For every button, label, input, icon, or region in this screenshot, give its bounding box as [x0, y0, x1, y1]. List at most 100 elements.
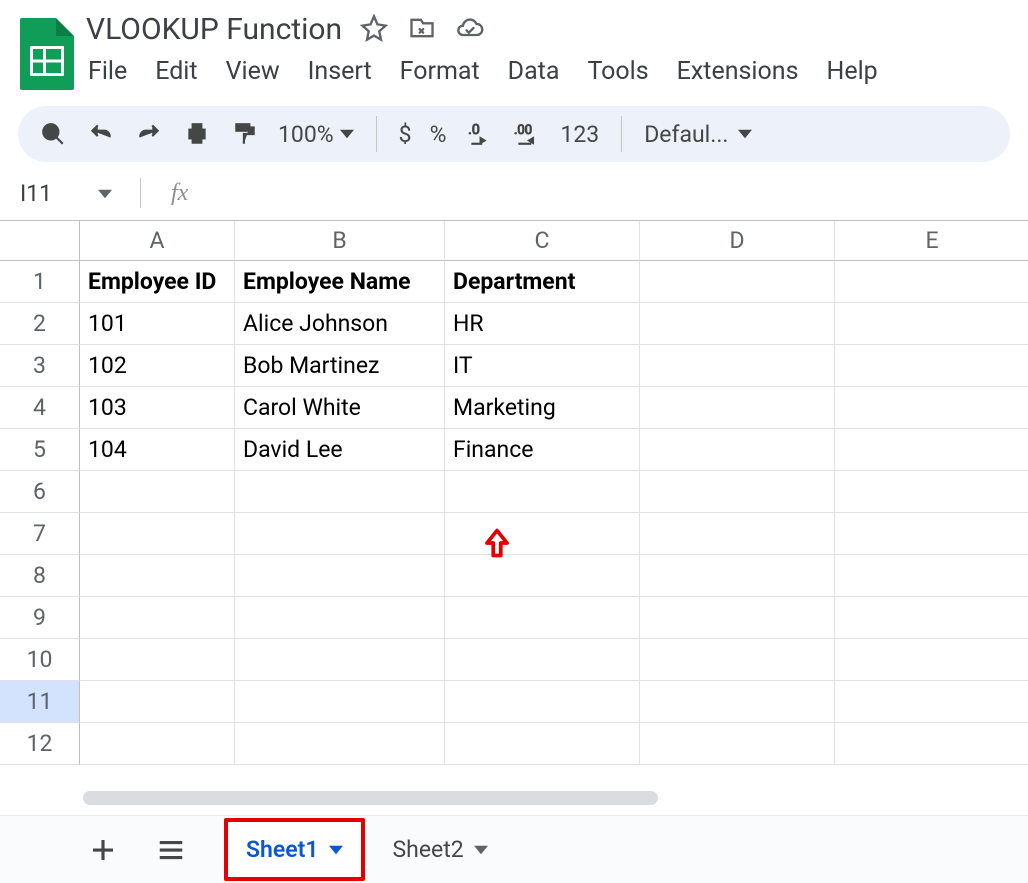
- currency-button[interactable]: $: [399, 121, 412, 148]
- name-box[interactable]: I11: [20, 180, 120, 207]
- cell[interactable]: [640, 513, 835, 555]
- cell[interactable]: [835, 723, 1028, 765]
- cell[interactable]: [235, 471, 445, 513]
- row-header[interactable]: 10: [0, 639, 80, 681]
- cell[interactable]: [640, 429, 835, 471]
- spreadsheet-grid[interactable]: ABCDE 1Employee IDEmployee NameDepartment…: [0, 220, 1028, 765]
- cell[interactable]: [640, 681, 835, 723]
- star-icon[interactable]: [360, 14, 388, 46]
- cell[interactable]: Department: [445, 261, 640, 303]
- cell[interactable]: [235, 513, 445, 555]
- row-header[interactable]: 8: [0, 555, 80, 597]
- row-header[interactable]: 4: [0, 387, 80, 429]
- cell[interactable]: Marketing: [445, 387, 640, 429]
- zoom-select[interactable]: 100%: [278, 121, 354, 148]
- cell[interactable]: [80, 471, 235, 513]
- cell[interactable]: [835, 597, 1028, 639]
- row-header[interactable]: 1: [0, 261, 80, 303]
- cell[interactable]: [80, 639, 235, 681]
- cell[interactable]: [80, 681, 235, 723]
- menu-edit[interactable]: Edit: [155, 57, 197, 86]
- cell[interactable]: Carol White: [235, 387, 445, 429]
- cell[interactable]: [640, 471, 835, 513]
- cell[interactable]: Employee ID: [80, 261, 235, 303]
- document-title[interactable]: VLOOKUP Function: [86, 12, 342, 47]
- cell[interactable]: Finance: [445, 429, 640, 471]
- sheet-tab[interactable]: Sheet1: [224, 818, 365, 881]
- number-format-button[interactable]: 123: [560, 121, 599, 148]
- menu-view[interactable]: View: [226, 57, 280, 86]
- cell[interactable]: [835, 513, 1028, 555]
- increase-decimal-icon[interactable]: .00: [512, 119, 542, 149]
- search-icon[interactable]: [38, 119, 68, 149]
- cell[interactable]: [640, 555, 835, 597]
- column-header[interactable]: A: [80, 221, 235, 261]
- cell[interactable]: [640, 723, 835, 765]
- move-icon[interactable]: [408, 14, 436, 46]
- menu-extensions[interactable]: Extensions: [677, 57, 799, 86]
- cell[interactable]: [835, 345, 1028, 387]
- cell[interactable]: 102: [80, 345, 235, 387]
- row-header[interactable]: 6: [0, 471, 80, 513]
- cell[interactable]: [835, 303, 1028, 345]
- menu-file[interactable]: File: [88, 57, 127, 86]
- row-header[interactable]: 7: [0, 513, 80, 555]
- cell[interactable]: [445, 555, 640, 597]
- paint-format-icon[interactable]: [230, 119, 260, 149]
- cell[interactable]: [835, 681, 1028, 723]
- row-header[interactable]: 5: [0, 429, 80, 471]
- cell[interactable]: [835, 261, 1028, 303]
- cell[interactable]: [640, 597, 835, 639]
- cell[interactable]: [835, 429, 1028, 471]
- cell[interactable]: [445, 681, 640, 723]
- sheet-tab[interactable]: Sheet2: [375, 826, 506, 873]
- column-header[interactable]: B: [235, 221, 445, 261]
- cell[interactable]: [640, 345, 835, 387]
- cell[interactable]: [445, 513, 640, 555]
- print-icon[interactable]: [182, 119, 212, 149]
- cell[interactable]: IT: [445, 345, 640, 387]
- undo-icon[interactable]: [86, 119, 116, 149]
- redo-icon[interactable]: [134, 119, 164, 149]
- horizontal-scrollbar[interactable]: [83, 791, 658, 805]
- cloud-icon[interactable]: [456, 14, 484, 46]
- cell[interactable]: [80, 555, 235, 597]
- font-select[interactable]: Defaul...: [644, 121, 752, 148]
- menu-help[interactable]: Help: [826, 57, 877, 86]
- cell[interactable]: [80, 513, 235, 555]
- cell[interactable]: 104: [80, 429, 235, 471]
- cell[interactable]: Employee Name: [235, 261, 445, 303]
- cell[interactable]: [235, 723, 445, 765]
- column-header[interactable]: D: [640, 221, 835, 261]
- cell[interactable]: David Lee: [235, 429, 445, 471]
- cell[interactable]: 101: [80, 303, 235, 345]
- row-header[interactable]: 2: [0, 303, 80, 345]
- cell[interactable]: [445, 723, 640, 765]
- cell[interactable]: [640, 387, 835, 429]
- cell[interactable]: 103: [80, 387, 235, 429]
- add-sheet-icon[interactable]: [88, 835, 118, 865]
- column-header[interactable]: E: [835, 221, 1028, 261]
- cell[interactable]: [80, 597, 235, 639]
- cell[interactable]: [80, 723, 235, 765]
- menu-format[interactable]: Format: [400, 57, 480, 86]
- cell[interactable]: [640, 303, 835, 345]
- chevron-down-icon[interactable]: [474, 836, 488, 863]
- cell[interactable]: Bob Martinez: [235, 345, 445, 387]
- cell[interactable]: [640, 639, 835, 681]
- column-header[interactable]: C: [445, 221, 640, 261]
- cell[interactable]: [235, 597, 445, 639]
- menu-tools[interactable]: Tools: [587, 57, 648, 86]
- menu-insert[interactable]: Insert: [308, 57, 372, 86]
- cell[interactable]: [235, 681, 445, 723]
- cell[interactable]: [835, 555, 1028, 597]
- decrease-decimal-icon[interactable]: .0: [464, 119, 494, 149]
- cell[interactable]: [835, 387, 1028, 429]
- cell[interactable]: HR: [445, 303, 640, 345]
- cell[interactable]: [835, 471, 1028, 513]
- menu-data[interactable]: Data: [508, 57, 560, 86]
- cell[interactable]: [640, 261, 835, 303]
- cell[interactable]: Alice Johnson: [235, 303, 445, 345]
- chevron-down-icon[interactable]: [329, 836, 343, 863]
- percent-button[interactable]: %: [430, 121, 447, 148]
